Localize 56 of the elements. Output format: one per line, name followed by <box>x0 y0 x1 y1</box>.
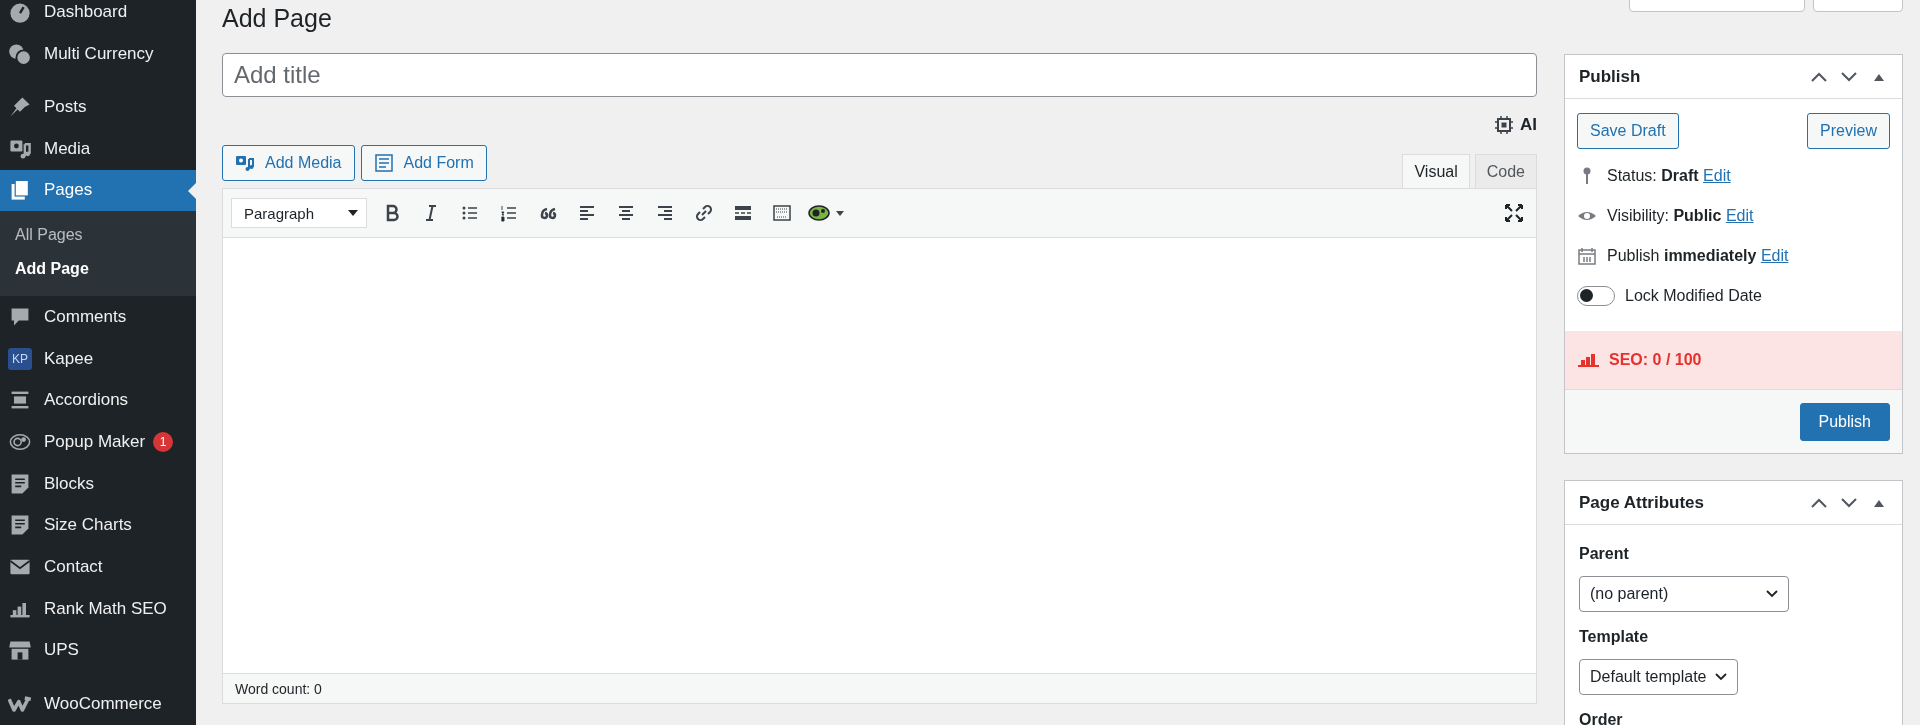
submenu-item[interactable]: Add Page <box>0 252 196 287</box>
sidebar-item[interactable]: Accordions <box>0 379 196 422</box>
count-badge: 1 <box>153 432 174 453</box>
sidebar-item[interactable]: Popup Maker 1 <box>0 421 196 463</box>
field-label: Order <box>1579 711 1624 725</box>
parent-select[interactable]: (no parent) <box>1579 576 1789 612</box>
chevron-down-icon <box>1766 590 1778 598</box>
form-icon <box>373 153 394 173</box>
calendar-icon <box>1577 246 1597 266</box>
bar-chart-icon <box>1577 352 1601 368</box>
title-field[interactable]: Add title <box>222 53 1537 97</box>
sidebar-item[interactable]: UPS <box>0 629 196 672</box>
sidebar-item[interactable]: Dashboard <box>0 0 196 33</box>
sidebar-item[interactable]: Blocks <box>0 462 196 505</box>
sidebar-item[interactable]: Contact <box>0 546 196 588</box>
publish-setting: Publish immediately Edit <box>1607 247 1789 265</box>
box-title: Page Attributes <box>1579 492 1705 513</box>
sidebar-item[interactable]: Pages <box>0 169 196 212</box>
publish-button[interactable]: Publish <box>1799 402 1890 441</box>
logo-icon: KP <box>8 347 32 370</box>
add-media-button[interactable]: Add Media <box>222 145 355 181</box>
editor-tab[interactable]: Visual <box>1402 154 1470 189</box>
seo-score: SEO: 0 / 100 <box>1609 351 1702 369</box>
publish-setting: Visibility: Public Edit <box>1607 207 1754 225</box>
media-icon <box>235 153 255 173</box>
toggle-label: Lock Modified Date <box>1625 287 1762 305</box>
sidebar-item[interactable]: Posts <box>0 86 196 128</box>
sidebar-item[interactable]: Rank Math SEO <box>0 587 196 630</box>
edit-link[interactable]: Edit <box>1703 167 1731 184</box>
sidebar-item[interactable]: Comments <box>0 296 196 338</box>
field-label: Template <box>1579 628 1650 647</box>
publish-setting: Status: Draft Edit <box>1607 167 1731 185</box>
sidebar-item[interactable]: WooCommerce <box>0 683 196 725</box>
toggle-switch[interactable] <box>1577 286 1615 306</box>
caret-icon <box>348 210 358 216</box>
save-draft-button[interactable]: Save Draft <box>1577 113 1679 149</box>
coins-icon <box>8 41 32 66</box>
sidebar-item[interactable]: Media <box>0 127 196 170</box>
sidebar-item[interactable]: Multi Currency <box>0 32 196 75</box>
edit-link[interactable]: Edit <box>1725 207 1754 224</box>
ai-button[interactable]: AI <box>1494 111 1537 139</box>
edit-link[interactable]: Edit <box>1760 247 1789 264</box>
word-count: Word count: 0 <box>235 680 322 697</box>
sidebar-item[interactable]: KP Kapee <box>0 337 196 380</box>
submenu-item[interactable]: All Pages <box>0 218 196 253</box>
chevron-down-icon <box>1714 673 1727 681</box>
editor-tab[interactable]: Code <box>1474 154 1537 188</box>
format-select[interactable]: Paragraph <box>231 198 367 228</box>
page-heading: Add Page <box>222 3 333 34</box>
sidebar-item[interactable]: Size Charts <box>0 504 196 547</box>
field-label: Parent <box>1579 545 1630 564</box>
box-title: Publish <box>1579 66 1642 87</box>
template-select[interactable]: Default template <box>1579 659 1738 695</box>
add-form-button[interactable]: Add Form <box>360 145 487 181</box>
preview-button[interactable]: Preview <box>1807 113 1890 149</box>
chip-icon <box>1494 115 1514 135</box>
